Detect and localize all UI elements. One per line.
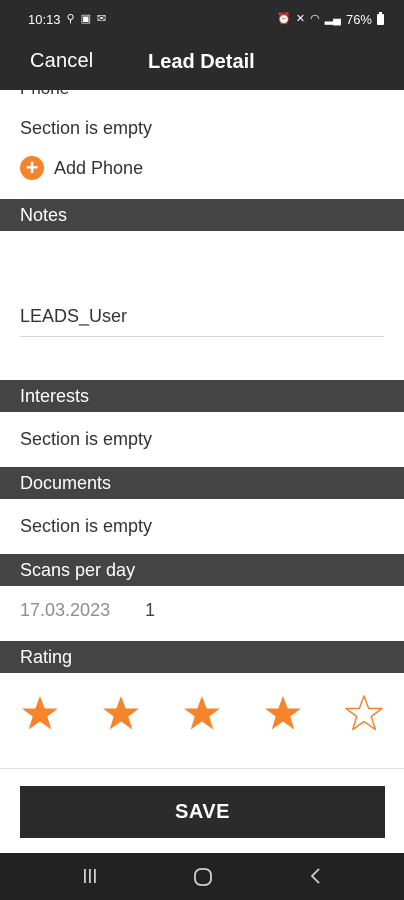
phone-empty-text: Section is empty [20,118,153,138]
notes-underline [20,336,384,337]
save-button[interactable]: SAVE [20,786,385,838]
back-icon[interactable] [306,866,326,886]
wifi-icon: ◠ [310,12,320,25]
usb-icon: ⚲ [66,12,75,25]
documents-section-header: Documents [0,467,404,499]
mute-icon: ✕ [295,12,306,25]
interests-empty-text: Section is empty [20,429,153,449]
rating-section-header: Rating [0,641,404,673]
documents-empty-text: Section is empty [20,516,153,536]
star-icon[interactable] [344,694,384,734]
notes-section-header: Notes [0,199,404,231]
status-time: 10:13 [28,11,61,27]
rating-divider [0,768,404,769]
interests-section-header: Interests [0,380,404,412]
status-bar: 10:13 ⚲ ▣ ✉ ⏰ ✕ ◠ ▂▄ 76% [0,0,404,38]
add-phone-label: Add Phone [54,157,144,178]
battery-percent: 76% [345,11,372,27]
home-icon[interactable] [192,866,214,888]
page-title: Lead Detail [148,51,255,73]
cancel-button[interactable]: Cancel [30,50,93,73]
rating-stars[interactable] [0,694,404,750]
gallery-icon: ▣ [80,12,92,25]
star-icon[interactable] [263,694,303,734]
phone-section-title-clipped: Phone [20,90,69,99]
plus-icon: + [20,156,44,180]
app-bar: Cancel Lead Detail [0,38,404,90]
status-right: ⏰ ✕ ◠ ▂▄ 76% [277,11,384,27]
status-left: 10:13 ⚲ ▣ ✉ [28,12,106,27]
star-icon[interactable] [20,694,60,734]
scan-count: 1 [145,600,156,620]
star-icon[interactable] [101,694,141,734]
add-phone-button[interactable]: + Add Phone [20,156,143,180]
scans-section-header: Scans per day [0,554,404,586]
mail-icon: ✉ [97,12,107,25]
battery-icon [377,11,384,25]
alarm-icon: ⏰ [277,12,291,25]
notes-field[interactable]: LEADS_User [20,306,127,327]
signal-icon: ▂▄ [324,12,341,25]
scan-date: 17.03.2023 [20,600,111,620]
lead-detail-content[interactable]: Phone Section is empty + Add Phone Notes… [0,90,404,770]
star-icon[interactable] [182,694,222,734]
system-nav-bar [0,853,404,900]
recents-icon[interactable] [80,866,100,886]
